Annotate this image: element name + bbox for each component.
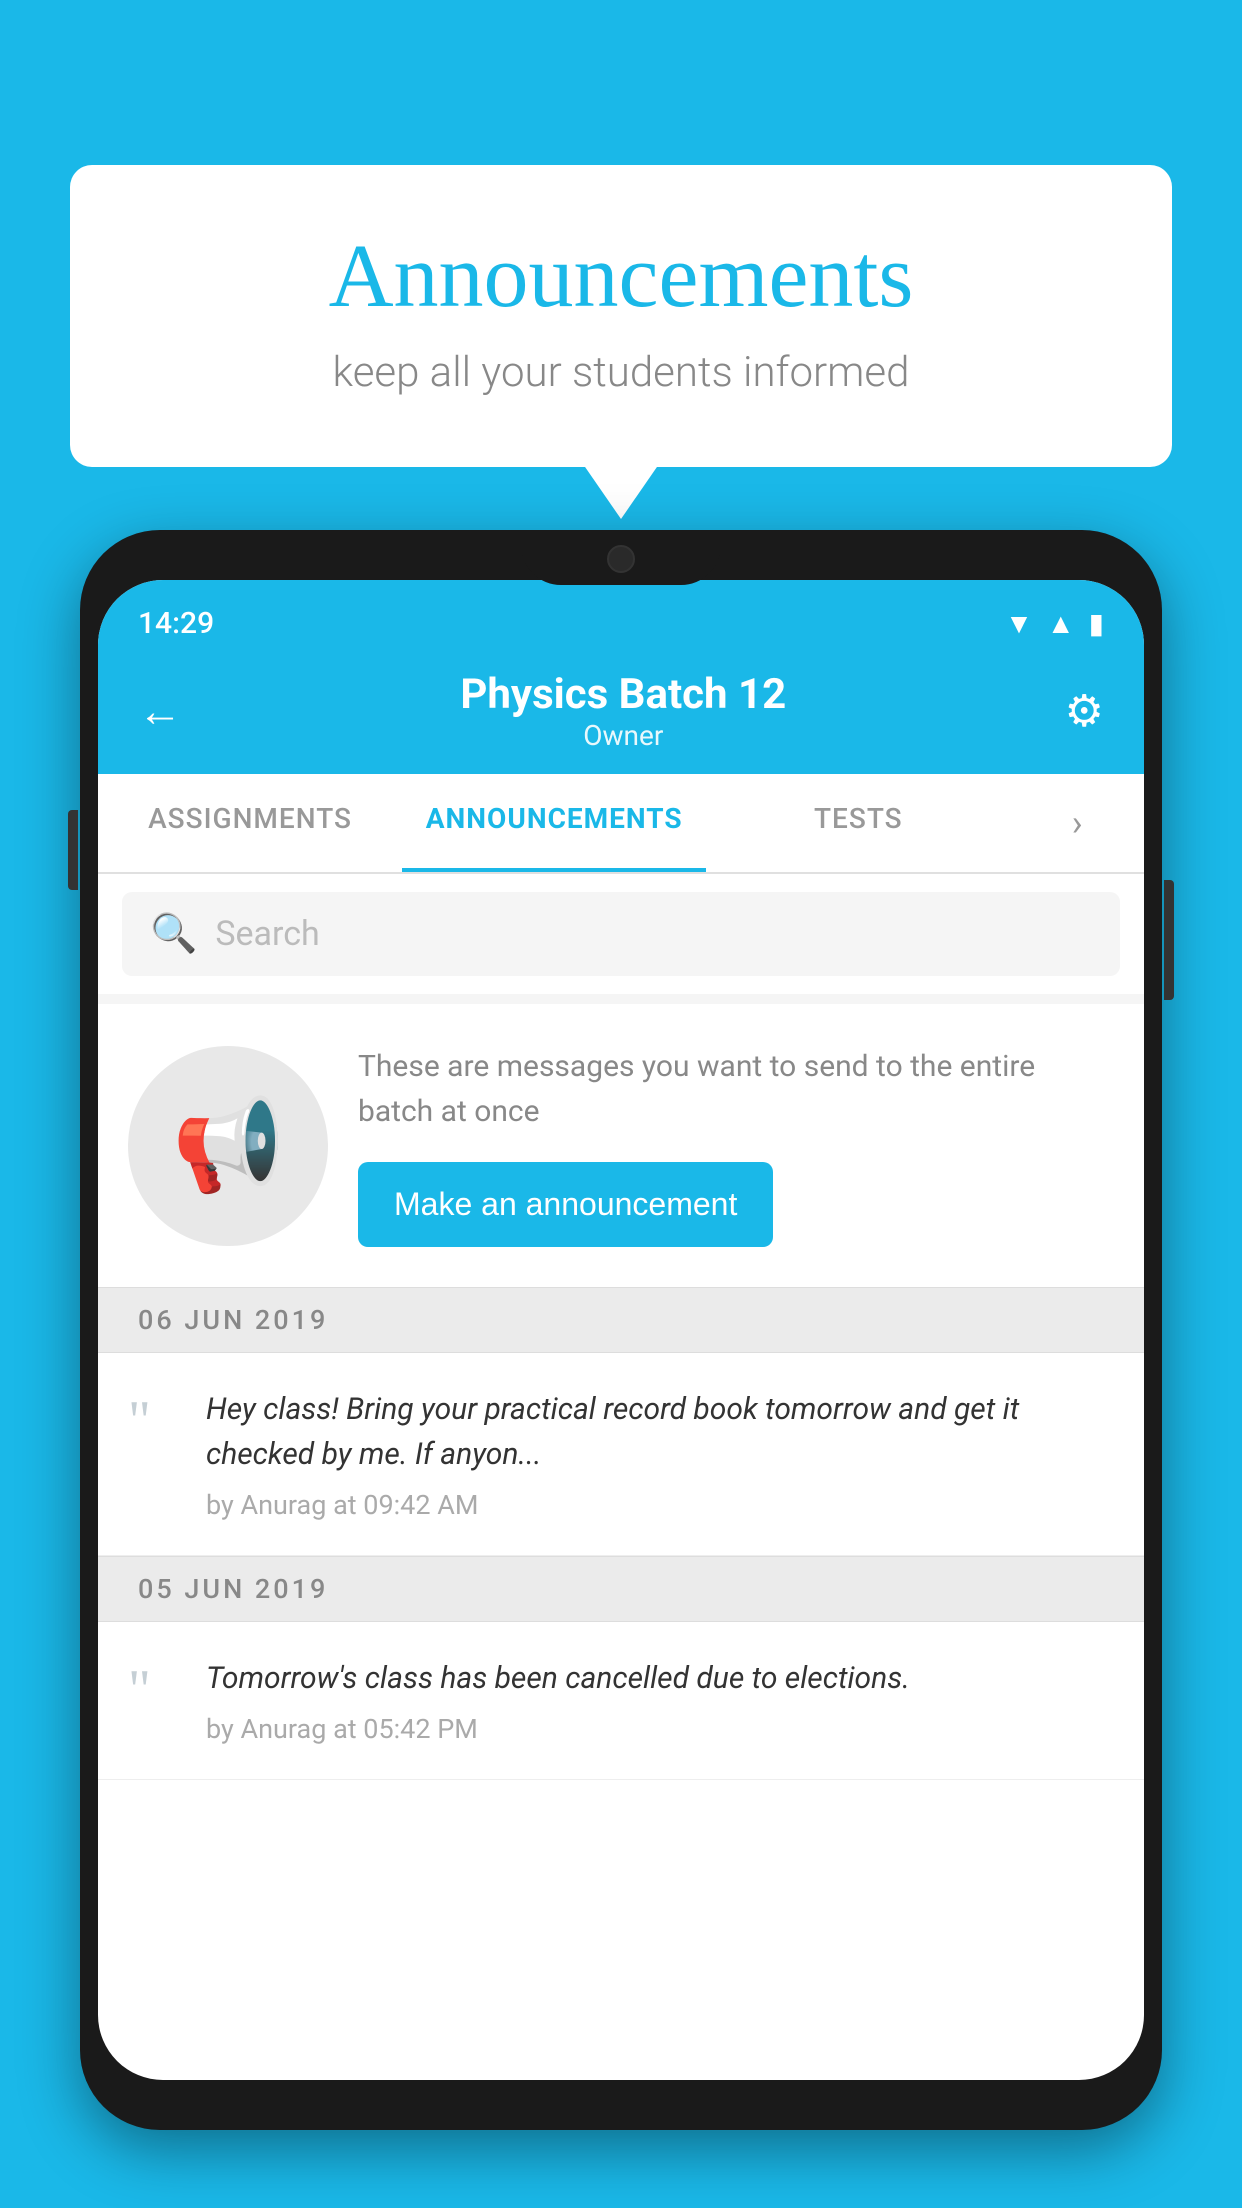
quote-icon-2: "	[128, 1662, 178, 1718]
speech-bubble-subtitle: keep all your students informed	[150, 348, 1092, 397]
tab-more[interactable]: ›	[1010, 774, 1144, 872]
speech-bubble: Announcements keep all your students inf…	[70, 165, 1172, 467]
announcement-item-2[interactable]: " Tomorrow's class has been cancelled du…	[98, 1622, 1144, 1780]
status-time: 14:29	[138, 606, 214, 641]
tab-tests[interactable]: TESTS	[706, 774, 1010, 872]
tab-announcements[interactable]: ANNOUNCEMENTS	[402, 774, 706, 872]
header-subtitle: Owner	[460, 719, 786, 752]
tab-assignments[interactable]: ASSIGNMENTS	[98, 774, 402, 872]
announcement-content-1: Hey class! Bring your practical record b…	[206, 1387, 1114, 1521]
back-button[interactable]: ←	[138, 685, 182, 737]
speech-bubble-container: Announcements keep all your students inf…	[70, 165, 1172, 467]
promo-card: 📢 These are messages you want to send to…	[98, 1004, 1144, 1287]
tabs-container: ASSIGNMENTS ANNOUNCEMENTS TESTS ›	[98, 774, 1144, 874]
status-bar: 14:29 ▼ ▲ ▮	[98, 580, 1144, 652]
phone-notch	[521, 530, 721, 585]
announcement-meta-1: by Anurag at 09:42 AM	[206, 1489, 1114, 1521]
phone-side-button-left	[68, 810, 78, 890]
promo-text-area: These are messages you want to send to t…	[358, 1044, 1114, 1247]
battery-icon: ▮	[1089, 607, 1104, 640]
promo-description: These are messages you want to send to t…	[358, 1044, 1114, 1134]
make-announcement-button[interactable]: Make an announcement	[358, 1162, 773, 1247]
phone-side-button-right	[1164, 880, 1174, 1000]
announcement-content-2: Tomorrow's class has been cancelled due …	[206, 1656, 1114, 1745]
phone-body: 14:29 ▼ ▲ ▮ ← Physics Batch 12 Owner ⚙ A…	[80, 530, 1162, 2130]
announcement-meta-2: by Anurag at 05:42 PM	[206, 1713, 1114, 1745]
header-center: Physics Batch 12 Owner	[460, 670, 786, 752]
search-input-placeholder[interactable]: Search	[215, 914, 319, 954]
content-area: 🔍 Search 📢 These are messages you want t…	[98, 874, 1144, 1780]
status-icons: ▼ ▲ ▮	[1005, 607, 1104, 640]
announcement-text-2: Tomorrow's class has been cancelled due …	[206, 1656, 1114, 1701]
phone-container: 14:29 ▼ ▲ ▮ ← Physics Batch 12 Owner ⚙ A…	[80, 530, 1162, 2208]
quote-icon-1: "	[128, 1393, 178, 1449]
settings-button[interactable]: ⚙	[1065, 685, 1104, 737]
date-divider-1: 06 JUN 2019	[98, 1287, 1144, 1353]
megaphone-icon: 📢	[172, 1093, 284, 1198]
search-container: 🔍 Search	[98, 874, 1144, 994]
announcement-icon-circle: 📢	[128, 1046, 328, 1246]
announcement-text-1: Hey class! Bring your practical record b…	[206, 1387, 1114, 1477]
search-icon: 🔍	[150, 912, 197, 956]
app-header: ← Physics Batch 12 Owner ⚙	[98, 652, 1144, 774]
wifi-icon: ▼	[1005, 607, 1033, 640]
speech-bubble-title: Announcements	[150, 225, 1092, 328]
search-bar[interactable]: 🔍 Search	[122, 892, 1120, 976]
phone-screen: 14:29 ▼ ▲ ▮ ← Physics Batch 12 Owner ⚙ A…	[98, 580, 1144, 2080]
announcement-item-1[interactable]: " Hey class! Bring your practical record…	[98, 1353, 1144, 1556]
signal-icon: ▲	[1047, 607, 1075, 640]
date-divider-2: 05 JUN 2019	[98, 1556, 1144, 1622]
header-title: Physics Batch 12	[460, 670, 786, 719]
phone-camera	[607, 545, 635, 573]
